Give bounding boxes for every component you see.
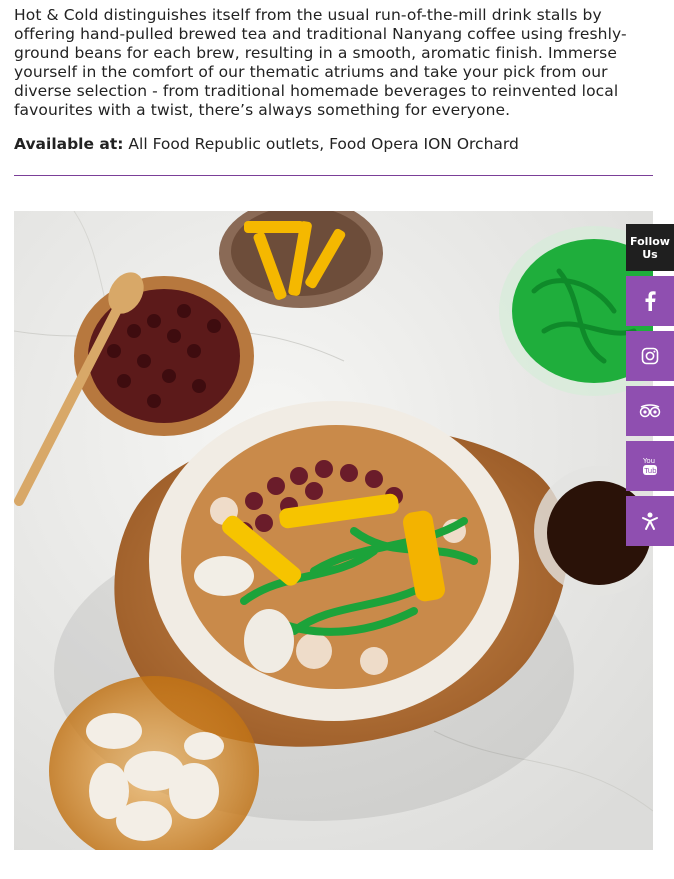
- instagram-icon: [641, 347, 659, 365]
- youtube-icon: You Tube: [642, 455, 658, 477]
- tripadvisor-link[interactable]: [626, 386, 674, 436]
- follow-us-label: Follow Us: [626, 224, 674, 271]
- burpple-link[interactable]: [626, 496, 674, 546]
- svg-text:You: You: [642, 457, 655, 465]
- availability-value: All Food Republic outlets, Food Opera IO…: [128, 135, 519, 153]
- facebook-link[interactable]: [626, 276, 674, 326]
- section-divider: [14, 175, 653, 176]
- instagram-link[interactable]: [626, 331, 674, 381]
- intro-paragraph: Hot & Cold distinguishes itself from the…: [14, 6, 627, 119]
- tripadvisor-icon: [639, 404, 661, 418]
- social-sidebar: Follow Us You Tube: [626, 224, 674, 546]
- svg-text:Tube: Tube: [644, 467, 659, 475]
- burpple-icon: [640, 511, 660, 531]
- dessert-photo: [14, 211, 653, 850]
- youtube-link[interactable]: You Tube: [626, 441, 674, 491]
- availability-line: Available at: All Food Republic outlets,…: [14, 134, 654, 154]
- facebook-icon: [643, 291, 657, 311]
- availability-label: Available at:: [14, 135, 124, 153]
